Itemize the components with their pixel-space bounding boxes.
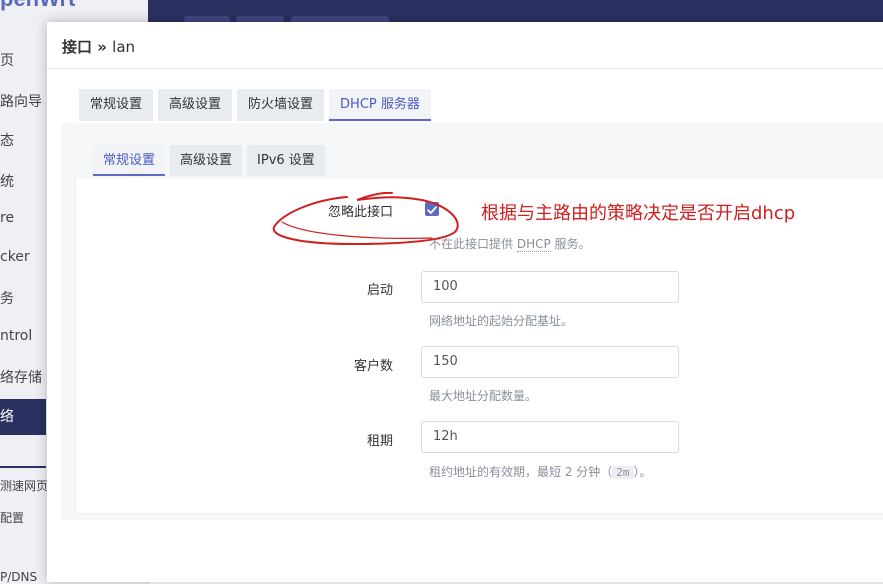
dhcp-abbreviation: DHCP	[516, 237, 551, 252]
sidebar-item[interactable]: 路向导	[0, 91, 42, 111]
dhcp-subtabs: 常规设置 高级设置 IPv6 设置	[93, 145, 325, 176]
sidebar-item[interactable]: re	[0, 210, 14, 226]
interface-modal: 接口 » lan 常规设置 高级设置 防火墙设置 DHCP 服务器 常规设置 高…	[47, 22, 883, 582]
title-interface-name: lan	[112, 38, 136, 56]
limit-input[interactable]: 150	[421, 346, 679, 378]
title-separator: »	[92, 38, 113, 56]
subtab-advanced[interactable]: 高级设置	[170, 145, 243, 176]
lease-time-help: 租约地址的有效期，最短 2 分钟（ 2m）。	[429, 463, 652, 480]
tab-general[interactable]: 常规设置	[79, 89, 154, 121]
tab-dhcp-server[interactable]: DHCP 服务器	[329, 89, 431, 121]
sidebar-subitem[interactable]: P/DNS	[0, 570, 37, 584]
subtab-ipv6[interactable]: IPv6 设置	[247, 145, 325, 176]
lease-time-label: 租期	[366, 434, 393, 449]
subtab-general[interactable]: 常规设置	[93, 145, 166, 176]
sidebar-item[interactable]: 态	[0, 130, 14, 150]
sidebar-item[interactable]: cker	[0, 249, 30, 265]
sidebar-divider	[0, 466, 46, 468]
tab-firewall[interactable]: 防火墙设置	[237, 89, 325, 121]
limit-help: 最大地址分配数量。	[429, 389, 538, 403]
sidebar-item[interactable]: 统	[0, 171, 14, 191]
sidebar-item[interactable]: 络存储	[0, 367, 42, 387]
help-text: 租约地址的有效期，最短 2 分钟（	[429, 465, 613, 479]
code-chip: 2m	[612, 466, 634, 479]
sidebar-item[interactable]: 务	[0, 288, 14, 308]
start-help: 网络地址的起始分配基址。	[429, 314, 574, 328]
annotation-text: 根据与主路由的策略决定是否开启dhcp	[481, 203, 796, 224]
title-divider	[47, 68, 883, 69]
lease-time-input[interactable]: 12h	[421, 421, 679, 453]
red-scribble-annotation	[272, 192, 459, 246]
start-label: 启动	[366, 283, 393, 298]
modal-title: 接口 » lan	[62, 36, 135, 57]
main-tabs: 常规设置 高级设置 防火墙设置 DHCP 服务器	[79, 89, 431, 121]
title-prefix: 接口	[62, 38, 93, 56]
sidebar-item[interactable]: ntrol	[0, 328, 32, 344]
background-header	[148, 0, 883, 26]
help-text: ）。	[633, 465, 652, 479]
sidebar-item[interactable]: 页	[0, 50, 14, 70]
sidebar-subitem[interactable]: 配置	[0, 509, 24, 526]
app-logo: penWrt	[0, 0, 75, 12]
help-text: 服务。	[550, 237, 591, 251]
start-input[interactable]: 100	[421, 271, 679, 303]
sidebar-subitem[interactable]: 测速网页	[0, 477, 48, 494]
tab-advanced[interactable]: 高级设置	[158, 89, 233, 121]
limit-label: 客户数	[353, 359, 393, 374]
sidebar-item-active[interactable]: 络	[0, 399, 46, 435]
